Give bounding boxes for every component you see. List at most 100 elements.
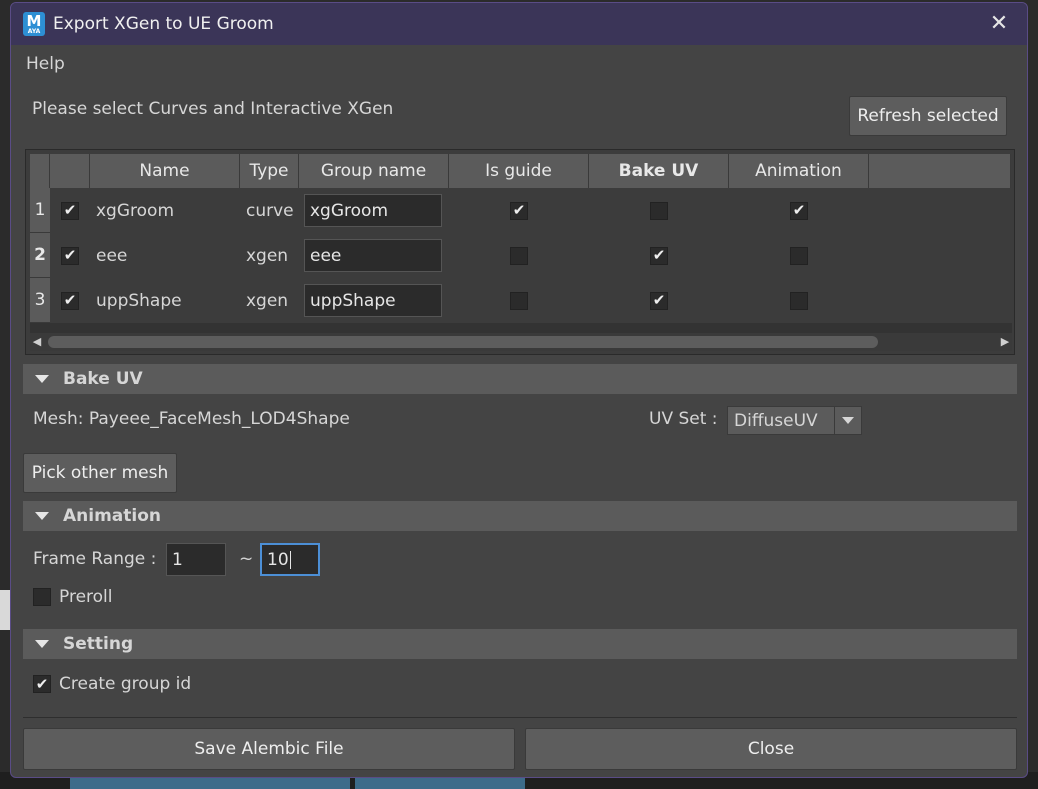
animation-cell: [729, 233, 869, 278]
select-cell: ✔: [50, 188, 90, 233]
animation-checkbox[interactable]: [790, 291, 808, 310]
save-alembic-button[interactable]: Save Alembic File: [23, 728, 515, 770]
group-cell: uppShape: [299, 278, 449, 323]
type-cell: xgen: [240, 278, 299, 323]
select-checkbox[interactable]: ✔: [61, 291, 79, 310]
select-column-header[interactable]: [50, 154, 90, 188]
animation-title: Animation: [63, 506, 162, 526]
table-body: 1 ✔ xgGroom curve xgGroom ✔ ✔ 2 ✔ eee xgen eee ✔ 3 ✔ up…: [30, 188, 869, 323]
type-column-header[interactable]: Type: [240, 154, 299, 188]
row-type: xgen: [246, 290, 289, 311]
name-cell: xgGroom: [90, 188, 240, 233]
menu-bar: Help: [11, 45, 1027, 83]
name-cell: eee: [90, 233, 240, 278]
table-row[interactable]: 1 ✔ xgGroom curve xgGroom ✔ ✔: [30, 188, 869, 233]
collapse-triangle-icon: [35, 512, 49, 520]
group-name-input[interactable]: uppShape: [304, 284, 442, 317]
is-guide-checkbox[interactable]: [510, 246, 528, 265]
frame-range-label: Frame Range :: [33, 549, 157, 569]
frame-end-value: 10: [267, 549, 289, 570]
background-window-edge: [0, 590, 10, 630]
refresh-selected-button[interactable]: Refresh selected: [849, 96, 1007, 136]
maya-logo-icon: M AYA: [23, 12, 45, 36]
scroll-left-icon[interactable]: ◀: [30, 333, 44, 351]
select-cell: ✔: [50, 233, 90, 278]
setting-title: Setting: [63, 634, 134, 654]
frame-start-value: 1: [172, 549, 183, 570]
group-cell: xgGroom: [299, 188, 449, 233]
table-row[interactable]: 2 ✔ eee xgen eee ✔: [30, 233, 869, 278]
frame-start-input[interactable]: 1: [166, 543, 226, 576]
group-name-input[interactable]: eee: [304, 239, 442, 272]
row-name: eee: [96, 245, 128, 266]
row-number[interactable]: 1: [30, 188, 50, 233]
title-bar: M AYA Export XGen to UE Groom ✕: [11, 3, 1027, 45]
bakeuv-column-header[interactable]: Bake UV: [589, 154, 729, 188]
animation-cell: [729, 278, 869, 323]
scroll-right-icon[interactable]: ▶: [998, 333, 1012, 351]
is-guide-checkbox[interactable]: ✔: [510, 201, 528, 220]
bake-uv-checkbox[interactable]: ✔: [650, 291, 668, 310]
group-id-checkbox[interactable]: ✔: [33, 675, 51, 693]
selection-prompt: Please select Curves and Interactive XGe…: [32, 99, 394, 119]
bake-uv-cell: ✔: [589, 278, 729, 323]
row-name: xgGroom: [96, 200, 175, 221]
animation-checkbox[interactable]: ✔: [790, 201, 808, 220]
collapse-triangle-icon: [35, 640, 49, 648]
bake-uv-section-header[interactable]: Bake UV: [23, 364, 1017, 394]
bake-uv-checkbox[interactable]: [650, 201, 668, 220]
is-guide-cell: [449, 233, 589, 278]
bake-uv-title: Bake UV: [63, 369, 143, 389]
pick-other-mesh-button[interactable]: Pick other mesh: [23, 453, 177, 493]
is-guide-checkbox[interactable]: [510, 291, 528, 310]
bake-uv-checkbox[interactable]: ✔: [650, 246, 668, 265]
export-dialog: M AYA Export XGen to UE Groom ✕ Help Ple…: [10, 2, 1028, 778]
name-cell: uppShape: [90, 278, 240, 323]
uvset-dropdown[interactable]: DiffuseUV: [727, 406, 862, 435]
type-cell: curve: [240, 188, 299, 233]
animation-cell: ✔: [729, 188, 869, 233]
uvset-label: UV Set :: [649, 409, 718, 429]
close-icon[interactable]: ✕: [987, 12, 1011, 36]
group-id-row: ✔ Create group id: [33, 674, 191, 694]
select-cell: ✔: [50, 278, 90, 323]
type-cell: xgen: [240, 233, 299, 278]
setting-section-header[interactable]: Setting: [23, 629, 1017, 659]
is-guide-cell: ✔: [449, 188, 589, 233]
table-empty-area: [30, 323, 1012, 333]
group-id-label: Create group id: [59, 674, 192, 694]
bake-uv-cell: ✔: [589, 233, 729, 278]
bake-uv-cell: [589, 188, 729, 233]
name-column-header[interactable]: Name: [90, 154, 240, 188]
mesh-label: Mesh: Payeee_FaceMesh_LOD4Shape: [33, 409, 350, 429]
table-row[interactable]: 3 ✔ uppShape xgen uppShape ✔: [30, 278, 869, 323]
preroll-row: Preroll: [33, 587, 113, 607]
preroll-label: Preroll: [59, 587, 113, 607]
preroll-checkbox[interactable]: [33, 588, 51, 606]
row-name: uppShape: [96, 290, 182, 311]
animation-checkbox[interactable]: [790, 246, 808, 265]
row-type: curve: [246, 200, 294, 221]
scrollbar-thumb[interactable]: [48, 336, 878, 348]
select-checkbox[interactable]: ✔: [61, 201, 79, 220]
chevron-down-icon[interactable]: [834, 407, 861, 434]
horizontal-scrollbar[interactable]: ◀ ▶: [30, 333, 1012, 351]
frame-end-input[interactable]: 10: [260, 543, 320, 576]
is-guide-cell: [449, 278, 589, 323]
row-type: xgen: [246, 245, 289, 266]
divider: [23, 717, 1017, 718]
row-number[interactable]: 2: [30, 233, 50, 278]
close-button[interactable]: Close: [525, 728, 1017, 770]
animation-section-header[interactable]: Animation: [23, 501, 1017, 531]
row-number[interactable]: 3: [30, 278, 50, 323]
corner-header: [30, 154, 50, 188]
menu-help[interactable]: Help: [26, 54, 65, 74]
anim-column-header[interactable]: Animation: [729, 154, 869, 188]
table-header: Name Type Group name Is guide Bake UV An…: [30, 154, 1011, 188]
select-checkbox[interactable]: ✔: [61, 246, 79, 265]
guide-column-header[interactable]: Is guide: [449, 154, 589, 188]
uvset-value: DiffuseUV: [734, 410, 818, 431]
group-name-input[interactable]: xgGroom: [304, 194, 442, 227]
group-column-header[interactable]: Group name: [299, 154, 449, 188]
text-caret: [289, 550, 291, 569]
